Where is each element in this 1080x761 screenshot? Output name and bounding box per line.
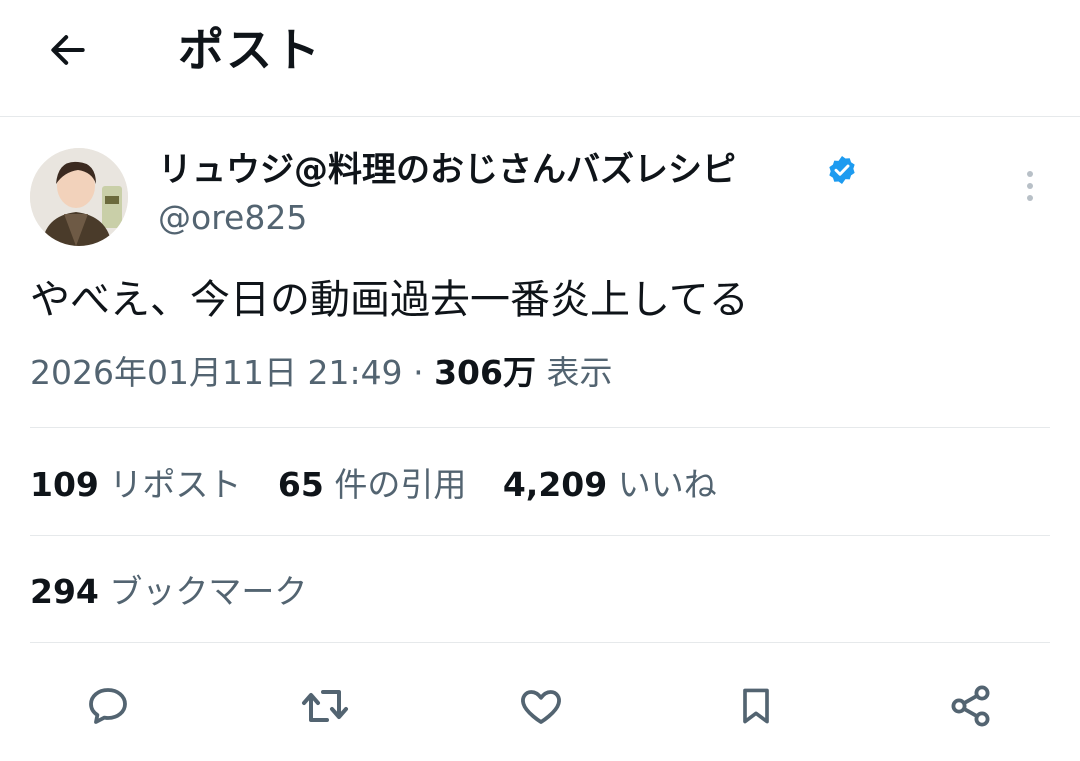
like-button[interactable] [511,676,571,736]
more-vertical-icon [1027,171,1033,201]
verified-badge-icon [829,156,855,184]
views-count: 306万 [434,353,536,392]
back-button[interactable] [36,20,100,80]
likes-stat[interactable]: 4,209 いいね [503,462,717,508]
bookmarks-label: ブックマーク [109,572,308,611]
more-options-button[interactable] [1012,166,1048,206]
author-handle[interactable]: @ore825 [158,196,307,240]
share-icon [951,685,990,727]
engagement-stats: 109 リポスト 65 件の引用 4,209 いいね [30,462,743,508]
divider [30,427,1050,428]
post-meta: 2026年01月11日 21:49 · 306万 表示 [30,350,612,396]
reposts-count: 109 [30,465,99,504]
top-bar: ポスト [0,0,1080,117]
likes-label: いいね [617,465,717,504]
divider [30,535,1050,536]
meta-separator: · [413,353,424,392]
divider [30,642,1050,643]
post-text: やべえ、今日の動画過去一番炎上してる [30,277,749,323]
quotes-count: 65 [277,465,324,504]
avatar[interactable] [30,148,128,246]
bookmark-icon [743,688,769,724]
quotes-stat[interactable]: 65 件の引用 [278,462,466,508]
repost-icon [302,690,348,722]
reply-button[interactable] [78,676,138,736]
share-button[interactable] [941,676,1001,736]
bookmarks-stat[interactable]: 294 ブックマーク [30,569,307,615]
reply-icon [89,688,127,724]
likes-count: 4,209 [502,465,608,504]
page-title: ポスト [178,23,322,77]
reposts-label: リポスト [109,465,242,504]
views-label: 表示 [546,353,613,392]
quotes-label: 件の引用 [334,465,467,504]
avatar-image [30,148,128,246]
like-icon [521,690,561,724]
arrow-left-icon [51,35,85,65]
bookmark-button[interactable] [726,676,786,736]
bookmarks-count: 294 [30,572,99,611]
repost-button[interactable] [295,676,355,736]
author-name[interactable]: リュウジ@料理のおじさんバズレシピ [158,148,736,192]
reposts-stat[interactable]: 109 リポスト [30,462,241,508]
post-timestamp[interactable]: 2026年01月11日 21:49 [30,353,403,392]
